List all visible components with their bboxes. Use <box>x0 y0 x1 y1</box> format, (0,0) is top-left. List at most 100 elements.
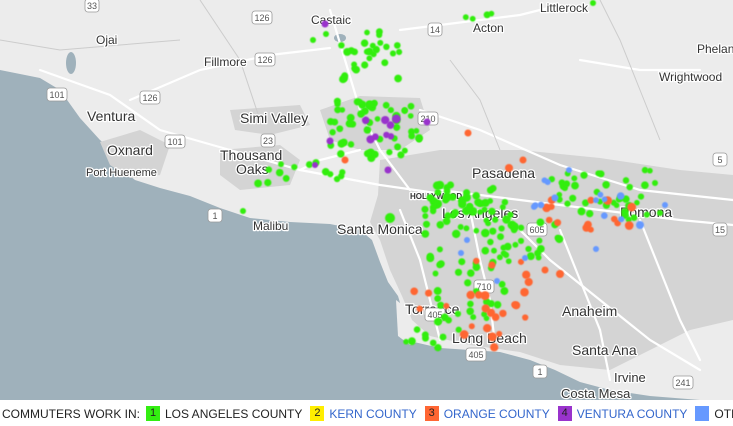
commuter-dot[interactable] <box>500 287 509 295</box>
commuter-dot[interactable] <box>363 48 371 55</box>
commuter-dot[interactable] <box>413 326 421 333</box>
commuter-dot[interactable] <box>312 162 318 168</box>
commuter-map[interactable]: Castaic Acton Littlerock Phelan Wrightwo… <box>0 0 733 400</box>
commuter-dot[interactable] <box>363 126 372 134</box>
commuter-dot[interactable] <box>511 222 519 230</box>
commuter-dot[interactable] <box>384 166 392 174</box>
commuter-dot[interactable] <box>416 136 423 143</box>
commuter-dot[interactable] <box>371 133 379 141</box>
commuter-dot[interactable] <box>421 205 429 213</box>
commuter-dot[interactable] <box>372 45 380 54</box>
commuter-dot[interactable] <box>595 170 602 177</box>
commuter-dot[interactable] <box>336 125 344 133</box>
commuter-dot[interactable] <box>327 171 334 178</box>
commuter-dot[interactable] <box>541 266 549 274</box>
commuter-dot[interactable] <box>458 258 466 266</box>
commuter-dot[interactable] <box>364 29 370 36</box>
commuter-dot[interactable] <box>474 198 482 207</box>
commuter-dot[interactable] <box>387 107 394 114</box>
commuter-dot[interactable] <box>473 257 480 265</box>
commuter-dot[interactable] <box>458 250 464 256</box>
commuter-dot[interactable] <box>407 113 414 119</box>
commuter-dot[interactable] <box>403 338 409 345</box>
commuter-dot[interactable] <box>487 238 494 246</box>
map-canvas[interactable]: Castaic Acton Littlerock Phelan Wrightwo… <box>0 0 733 400</box>
commuter-dot[interactable] <box>464 279 472 287</box>
commuter-dot[interactable] <box>463 225 470 232</box>
commuter-dot[interactable] <box>275 168 284 177</box>
commuter-dot[interactable] <box>525 245 532 253</box>
commuter-dot[interactable] <box>310 37 316 43</box>
commuter-dot[interactable] <box>630 214 638 221</box>
commuter-dot[interactable] <box>481 206 488 213</box>
commuter-dot[interactable] <box>512 241 519 248</box>
commuter-dot[interactable] <box>278 161 284 168</box>
commuter-dot[interactable] <box>467 300 474 308</box>
commuter-dot[interactable] <box>394 143 402 151</box>
commuter-dot[interactable] <box>254 179 262 188</box>
commuter-dot[interactable] <box>407 102 415 110</box>
commuter-dot[interactable] <box>652 180 658 186</box>
commuter-dot[interactable] <box>436 246 443 253</box>
commuter-dot[interactable] <box>481 246 490 255</box>
commuter-dot[interactable] <box>334 106 342 114</box>
commuter-dot[interactable] <box>437 301 445 309</box>
commuter-dot[interactable] <box>458 200 467 209</box>
commuter-dot[interactable] <box>662 202 668 208</box>
commuter-dot[interactable] <box>422 213 429 219</box>
commuter-dot[interactable] <box>347 141 355 148</box>
commuter-dot[interactable] <box>637 193 645 200</box>
commuter-dot[interactable] <box>457 224 464 230</box>
commuter-dot[interactable] <box>429 207 437 215</box>
commuter-dot[interactable] <box>434 189 442 196</box>
commuter-dot[interactable] <box>534 249 542 257</box>
commuter-dot[interactable] <box>421 331 429 339</box>
commuter-dot[interactable] <box>396 48 403 56</box>
commuter-dot[interactable] <box>545 216 553 224</box>
commuter-dot[interactable] <box>601 196 608 203</box>
commuter-dot[interactable] <box>524 277 533 287</box>
commuter-dot[interactable] <box>459 330 469 339</box>
commuter-dot[interactable] <box>393 42 401 49</box>
commuter-dot[interactable] <box>502 215 511 224</box>
commuter-dot[interactable] <box>337 139 346 148</box>
commuter-dot[interactable] <box>305 161 313 169</box>
commuter-dot[interactable] <box>401 107 408 114</box>
commuter-dot[interactable] <box>472 192 480 200</box>
commuter-dot[interactable] <box>586 210 594 218</box>
commuter-dot[interactable] <box>577 207 586 216</box>
commuter-dot[interactable] <box>337 150 345 158</box>
commuter-dot[interactable] <box>439 333 447 341</box>
commuter-dot[interactable] <box>423 118 431 126</box>
commuter-dot[interactable] <box>643 211 650 218</box>
legend-item-orange[interactable]: 3 ORANGE COUNTY <box>424 406 550 421</box>
commuter-dot[interactable] <box>473 227 480 234</box>
commuter-dot[interactable] <box>571 181 579 190</box>
commuter-dot[interactable] <box>338 42 345 49</box>
commuter-dot[interactable] <box>554 219 562 227</box>
commuter-dot[interactable] <box>487 198 494 204</box>
commuter-dot[interactable] <box>493 300 502 309</box>
commuter-dot[interactable] <box>334 101 341 108</box>
commuter-dot[interactable] <box>520 287 529 297</box>
commuter-dot[interactable] <box>641 166 649 174</box>
commuter-dot[interactable] <box>517 237 525 244</box>
commuter-dot[interactable] <box>466 307 474 316</box>
commuter-dot[interactable] <box>326 137 334 145</box>
commuter-dot[interactable] <box>470 314 477 321</box>
commuter-dot[interactable] <box>590 0 596 6</box>
commuter-dot[interactable] <box>240 208 246 214</box>
commuter-dot[interactable] <box>452 229 461 239</box>
commuter-dot[interactable] <box>536 237 543 244</box>
commuter-dot[interactable] <box>489 227 497 235</box>
commuter-dot[interactable] <box>434 344 442 352</box>
commuter-dot[interactable] <box>555 235 564 244</box>
commuter-dot[interactable] <box>611 215 618 223</box>
commuter-dot[interactable] <box>432 181 442 190</box>
commuter-dot[interactable] <box>499 309 507 318</box>
commuter-dot[interactable] <box>593 246 599 252</box>
commuter-dot[interactable] <box>425 289 433 297</box>
commuter-dot[interactable] <box>548 203 555 210</box>
commuter-dot[interactable] <box>624 221 634 230</box>
commuter-dot[interactable] <box>636 221 644 229</box>
